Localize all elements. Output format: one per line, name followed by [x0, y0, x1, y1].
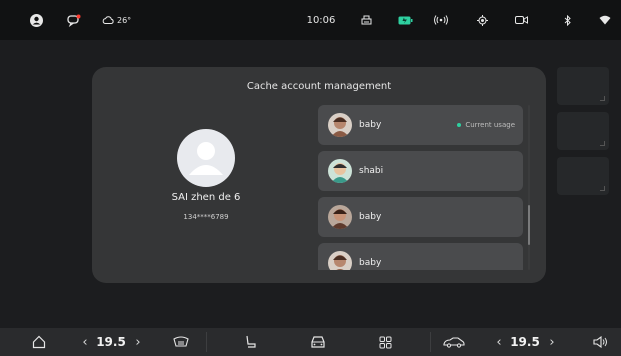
broadcast-icon[interactable]: [430, 0, 452, 40]
seat-icon[interactable]: [240, 328, 262, 356]
status-dot: [457, 123, 462, 127]
account-avatar: [328, 251, 352, 270]
bluetooth-icon[interactable]: [560, 0, 576, 40]
account-row[interactable]: shabi: [318, 151, 523, 191]
scrollbar-thumb[interactable]: [528, 205, 530, 245]
cloud-icon: [102, 16, 114, 24]
default-avatar-icon: [189, 142, 223, 175]
right-temperature: 19.5: [510, 335, 540, 349]
dock-divider: [206, 332, 207, 352]
account-name: shabi: [359, 166, 384, 176]
car-side-icon[interactable]: [440, 328, 468, 356]
camera-icon[interactable]: [512, 0, 530, 40]
account-name: baby: [359, 258, 382, 268]
battery-icon: [395, 0, 415, 40]
account-name: baby: [359, 120, 382, 130]
location-icon[interactable]: [474, 0, 490, 40]
right-temp-decrease-button[interactable]: ‹: [492, 328, 506, 356]
background-card: [557, 67, 609, 105]
account-list[interactable]: baby Current usage shabi baby baby: [318, 105, 524, 270]
background-card: [557, 112, 609, 150]
wifi-icon[interactable]: [596, 0, 614, 40]
background-card: [557, 157, 609, 195]
clock: 10:06: [306, 14, 336, 26]
current-user-phone: 134****6789: [183, 213, 229, 221]
user-icon[interactable]: [26, 0, 46, 40]
dock-divider: [430, 332, 431, 352]
weather-widget[interactable]: 26°: [102, 0, 142, 40]
bottom-dock: ‹ 19.5 › ‹ 19.5 ›: [0, 328, 621, 356]
account-row[interactable]: baby: [318, 243, 523, 270]
account-row[interactable]: baby Current usage: [318, 105, 523, 145]
account-avatar: [328, 113, 352, 137]
printer-icon[interactable]: [358, 0, 374, 40]
current-usage-badge: Current usage: [457, 105, 515, 145]
defrost-icon[interactable]: [170, 328, 192, 356]
account-row[interactable]: baby: [318, 197, 523, 237]
left-temp-decrease-button[interactable]: ‹: [78, 328, 92, 356]
account-name: baby: [359, 212, 382, 222]
volume-icon[interactable]: [590, 328, 610, 356]
account-avatar: [328, 205, 352, 229]
weather-temp: 26°: [117, 15, 132, 25]
dialog-title: Cache account management: [246, 81, 392, 92]
user-avatar[interactable]: [177, 129, 235, 187]
left-temperature: 19.5: [96, 335, 126, 349]
status-bar: 26° 10:06: [0, 0, 621, 40]
account-avatar: [328, 159, 352, 183]
current-user-name: SAI zhen de 6: [171, 192, 241, 203]
account-dialog: Cache account management SAI zhen de 6 1…: [92, 67, 546, 283]
left-temp-increase-button[interactable]: ›: [131, 328, 145, 356]
list-scrollbar[interactable]: [528, 105, 530, 270]
right-temp-increase-button[interactable]: ›: [545, 328, 559, 356]
car-icon[interactable]: [307, 328, 329, 356]
home-icon[interactable]: [28, 328, 50, 356]
apps-icon[interactable]: [374, 328, 396, 356]
chat-icon[interactable]: [64, 0, 84, 40]
